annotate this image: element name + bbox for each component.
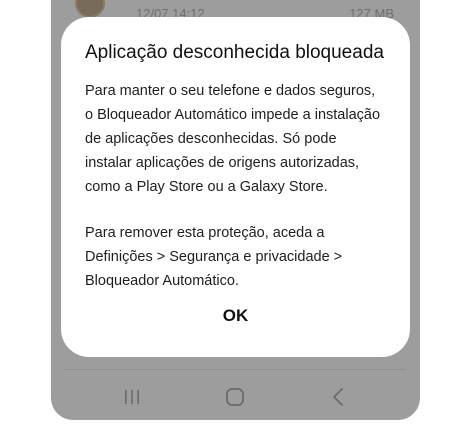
file-thumbnail [75,0,105,18]
back-icon[interactable] [331,387,345,407]
navbar-divider [65,369,406,370]
dialog-paragraph-2: Para remover esta proteção, aceda a Defi… [85,225,343,289]
dialog-title: Aplicação desconhecida bloqueada [85,42,384,63]
recent-apps-icon[interactable] [123,389,141,405]
home-icon[interactable] [225,387,245,407]
ok-button[interactable]: OK [191,301,281,331]
navigation-bar [51,372,420,420]
dialog-paragraph-1: Para manter o seu telefone e dados segur… [85,83,381,195]
dialog-body: Para manter o seu telefone e dados segur… [85,79,386,293]
blocked-app-dialog: Aplicação desconhecida bloqueada Para ma… [61,17,410,357]
